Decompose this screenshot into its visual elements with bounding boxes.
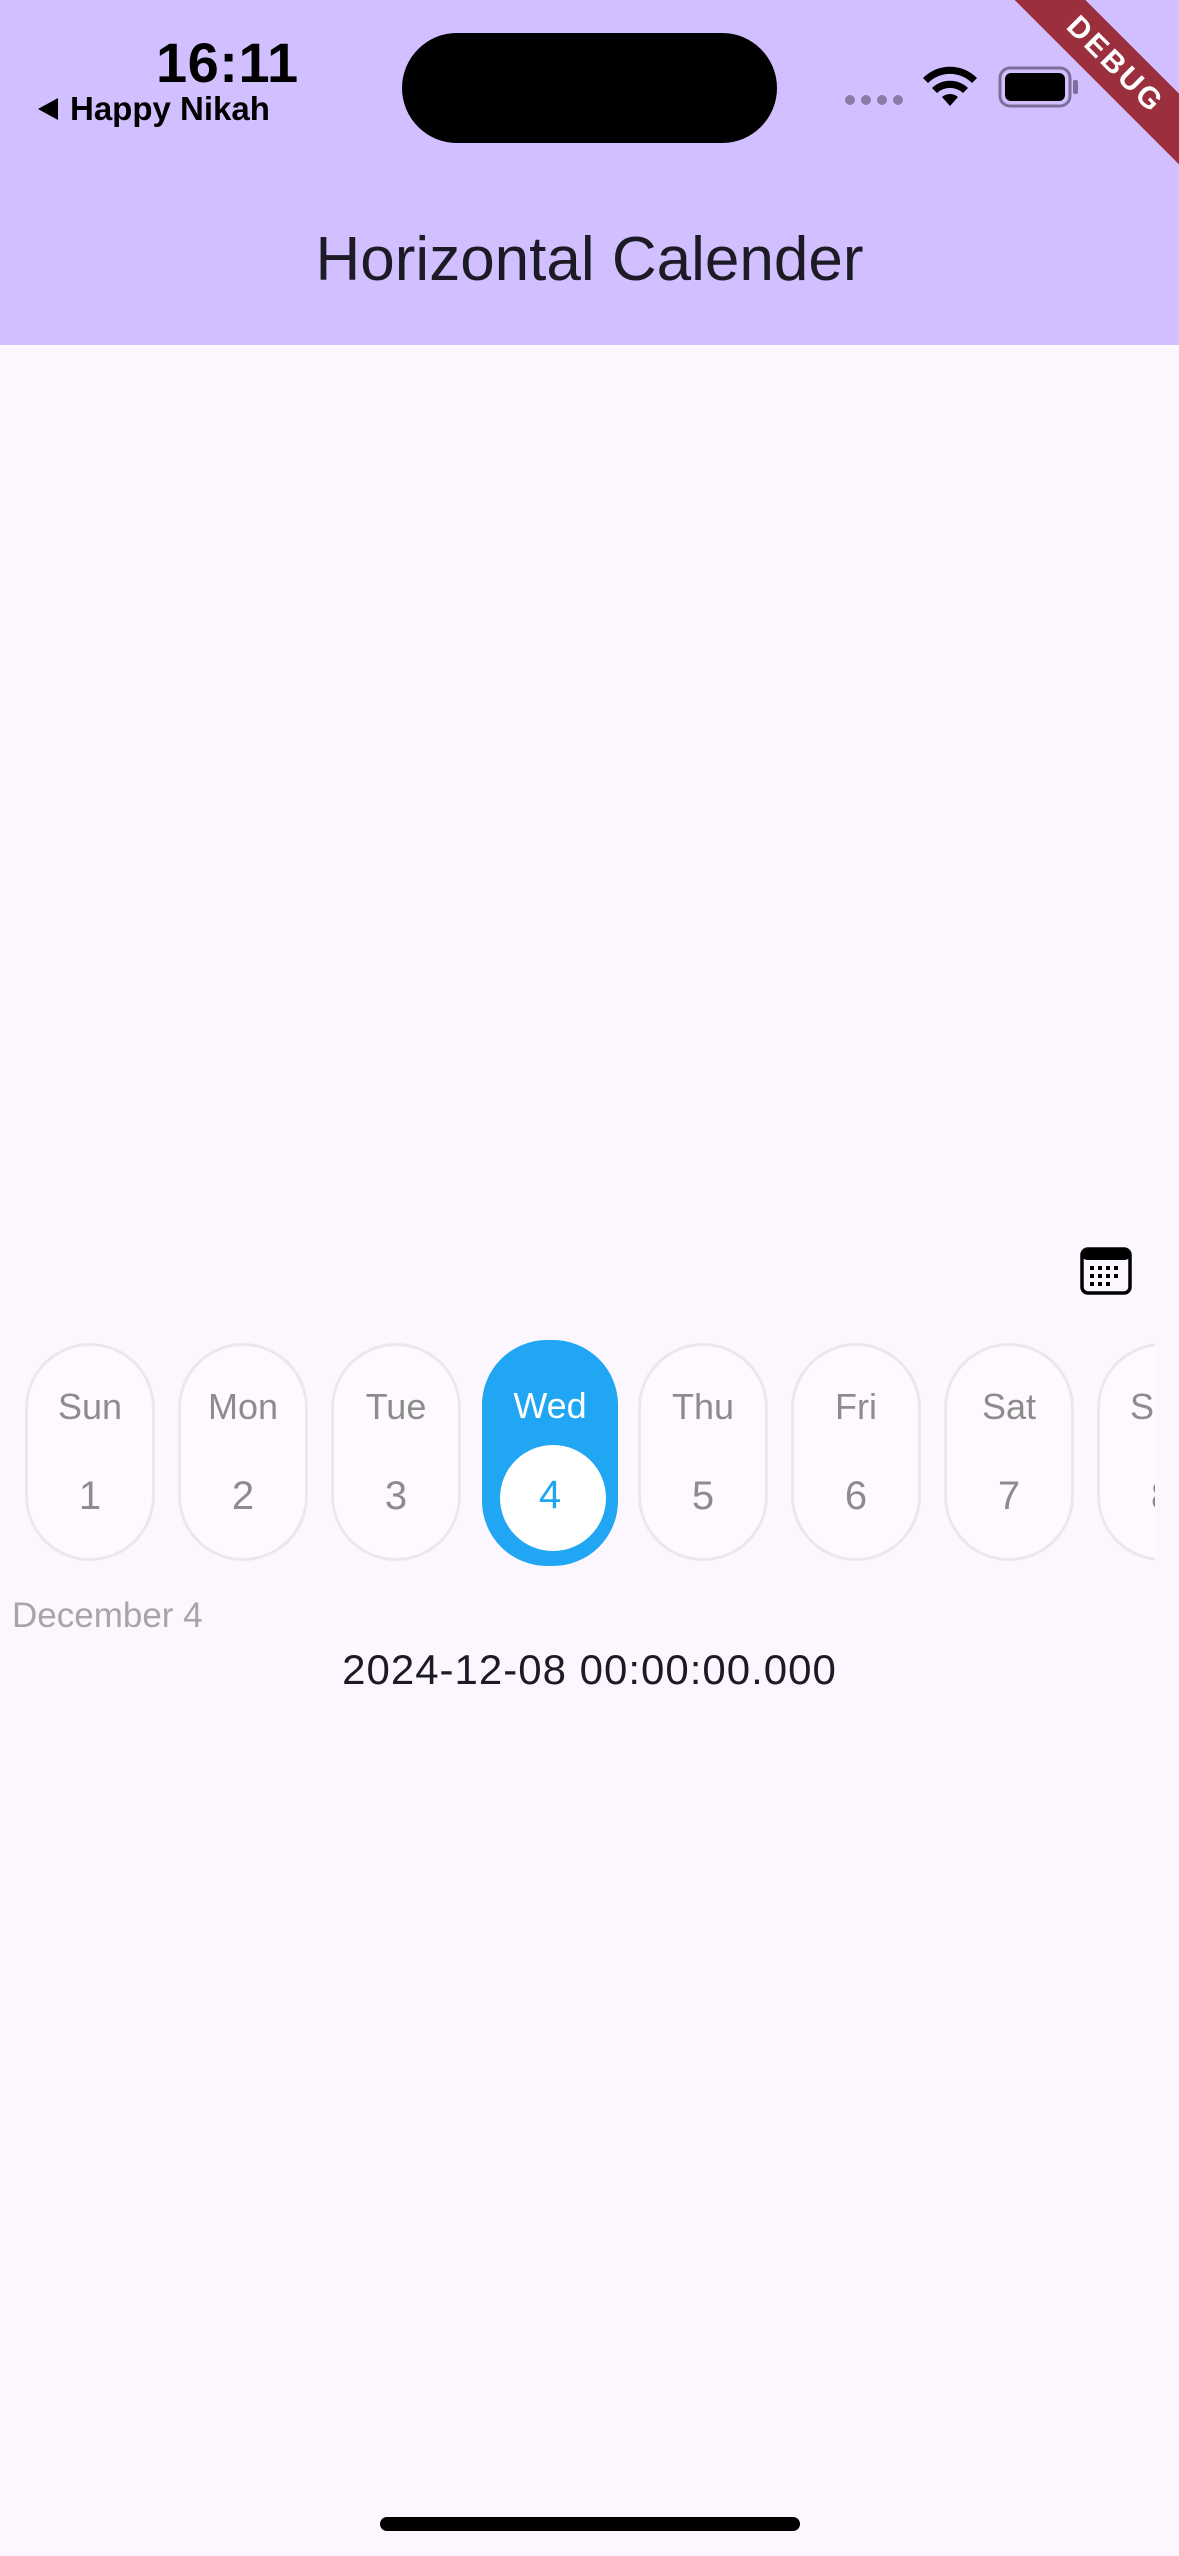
- day-card[interactable]: Tue 3: [331, 1343, 461, 1561]
- day-of-week: Sun: [57, 1386, 123, 1427]
- day-card[interactable]: Sat 7: [944, 1343, 1074, 1561]
- day-number: 8: [1100, 1474, 1155, 1519]
- dynamic-island: [402, 33, 777, 143]
- day-card[interactable]: Sun 1: [25, 1343, 155, 1561]
- day-card[interactable]: Fri 6: [791, 1343, 921, 1561]
- day-of-week: Thu: [671, 1386, 735, 1427]
- page-title: Horizontal Calender: [315, 225, 864, 294]
- day-card[interactable]: Mon 2: [178, 1343, 308, 1561]
- day-of-week: Tue: [365, 1386, 427, 1427]
- day-number: 7: [997, 1474, 1021, 1518]
- back-to-app-button[interactable]: Happy Nikah: [38, 90, 270, 128]
- day-of-week: Sun: [1129, 1386, 1155, 1427]
- day-number: 5: [691, 1474, 715, 1518]
- app-bar: 16:11 Happy Nikah DEBUG Horizontal Calen…: [0, 0, 1179, 345]
- day-card[interactable]: Thu 5: [638, 1343, 768, 1561]
- selected-date-readout: 2024-12-08 00:00:00.000: [342, 1646, 837, 1693]
- calendar-icon[interactable]: [1080, 1245, 1132, 1295]
- battery-icon: [998, 66, 1078, 108]
- day-of-week: Fri: [835, 1386, 877, 1427]
- cellular-signal-icon: [845, 95, 903, 105]
- day-card-selected[interactable]: Wed 4: [482, 1340, 618, 1566]
- day-of-week: Sat: [981, 1386, 1037, 1427]
- day-number: 6: [844, 1474, 868, 1518]
- days-strip[interactable]: Sun 1 Mon 2 Tue 3 Wed 4 Thu 5 Fri 6 Sat …: [0, 1340, 1155, 1570]
- wifi-icon: [923, 66, 977, 106]
- status-time: 16:11: [156, 31, 299, 94]
- day-of-week: Wed: [513, 1385, 587, 1426]
- day-of-week: Mon: [207, 1386, 279, 1427]
- day-number: 4: [538, 1473, 562, 1517]
- month-label: December 4: [12, 1596, 203, 1635]
- day-number: 2: [231, 1474, 255, 1518]
- day-card[interactable]: Sun 8: [1097, 1343, 1155, 1561]
- home-indicator[interactable]: [380, 2517, 800, 2531]
- day-number: 1: [78, 1474, 102, 1518]
- back-arrow-icon: [38, 98, 58, 120]
- day-number: 3: [384, 1474, 408, 1518]
- back-app-label: Happy Nikah: [70, 90, 270, 127]
